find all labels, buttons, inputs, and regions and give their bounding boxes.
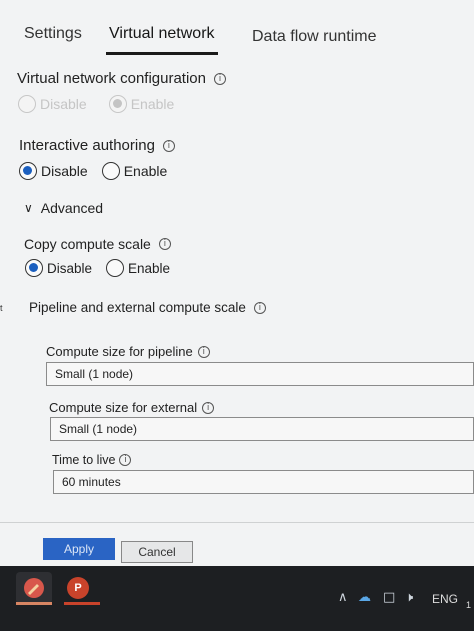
ttl-header: Time to live i: [52, 453, 132, 467]
language-indicator[interactable]: ENG: [432, 592, 458, 606]
clock-fragment: 1: [466, 600, 472, 610]
taskbar: P ∧ ☁ □ 🕨 ENG 1: [0, 566, 474, 631]
vnet-config-header: Virtual network configuration i: [17, 70, 226, 87]
external-size-dropdown[interactable]: Small (1 node): [50, 417, 474, 441]
pipeline-size-header: Compute size for pipeline i: [46, 344, 210, 359]
vnet-disable-label: Disable: [40, 96, 87, 112]
copy-scale-enable-label: Enable: [128, 260, 171, 276]
taskbar-app-paint[interactable]: [16, 572, 52, 604]
external-size-label: Compute size for external: [49, 400, 198, 415]
info-icon[interactable]: i: [253, 301, 266, 314]
info-icon[interactable]: i: [119, 454, 132, 466]
tab-virtual-network[interactable]: Virtual network: [109, 25, 215, 43]
advanced-label: Advanced: [40, 200, 104, 216]
pipeline-external-scale-label: Pipeline and external compute scale: [29, 300, 246, 315]
pipeline-external-scale-header: Pipeline and external compute scale i: [29, 300, 266, 315]
copy-scale-disable-label: Disable: [47, 260, 93, 276]
copy-compute-scale-options: Disable Enable: [25, 259, 184, 277]
powerpoint-icon: P: [67, 577, 89, 599]
advanced-toggle[interactable]: ∨ Advanced: [24, 200, 103, 216]
copy-scale-enable-radio[interactable]: [106, 259, 125, 277]
tab-data-flow-runtime[interactable]: Data flow runtime: [252, 28, 377, 46]
interactive-enable-label: Enable: [123, 163, 168, 179]
interactive-authoring-header: Interactive authoring i: [19, 137, 175, 154]
cloud-icon[interactable]: ☁: [358, 590, 371, 605]
edge-mark: t: [0, 303, 3, 313]
vnet-config-options: Disable Enable: [18, 95, 188, 113]
copy-scale-disable-radio[interactable]: [25, 259, 43, 277]
footer-divider: [0, 522, 474, 523]
taskbar-open-indicator: [64, 602, 100, 605]
settings-panel: Settings Virtual network Data flow runti…: [0, 0, 474, 566]
tab-settings[interactable]: Settings: [24, 25, 82, 43]
vnet-config-label: Virtual network configuration: [17, 70, 206, 87]
interactive-disable-radio[interactable]: [19, 162, 37, 180]
apply-button[interactable]: Apply: [43, 538, 115, 560]
ttl-label: Time to live: [52, 453, 116, 467]
cancel-button[interactable]: Cancel: [121, 541, 193, 563]
speaker-icon[interactable]: 🕨: [405, 590, 413, 605]
copy-compute-scale-label: Copy compute scale: [24, 236, 151, 252]
info-icon[interactable]: i: [202, 401, 215, 414]
pipeline-size-dropdown[interactable]: Small (1 node): [46, 362, 474, 386]
info-icon[interactable]: i: [197, 345, 210, 358]
paint-app-icon: [24, 578, 44, 598]
active-tab-indicator: [106, 52, 218, 55]
external-size-header: Compute size for external i: [49, 400, 215, 415]
taskbar-active-indicator: [16, 602, 52, 605]
interactive-disable-label: Disable: [41, 163, 88, 179]
chevron-up-icon[interactable]: ∧: [338, 590, 348, 605]
vnet-disable-radio[interactable]: [18, 95, 36, 113]
vnet-enable-label: Enable: [130, 96, 175, 112]
info-icon[interactable]: i: [162, 139, 175, 152]
info-icon[interactable]: i: [158, 238, 171, 250]
ttl-dropdown[interactable]: 60 minutes: [53, 470, 474, 494]
pipeline-size-label: Compute size for pipeline: [46, 344, 193, 359]
chevron-down-icon: ∨: [24, 201, 33, 215]
tab-bar: Settings Virtual network Data flow runti…: [0, 0, 474, 58]
taskbar-app-powerpoint[interactable]: P: [60, 572, 96, 604]
network-icon[interactable]: □: [383, 590, 395, 605]
interactive-authoring-options: Disable Enable: [19, 162, 181, 180]
vnet-enable-radio[interactable]: [108, 95, 127, 113]
copy-compute-scale-header: Copy compute scale i: [24, 236, 171, 252]
interactive-enable-radio[interactable]: [101, 162, 120, 180]
interactive-authoring-label: Interactive authoring: [19, 137, 155, 154]
info-icon[interactable]: i: [214, 72, 226, 85]
